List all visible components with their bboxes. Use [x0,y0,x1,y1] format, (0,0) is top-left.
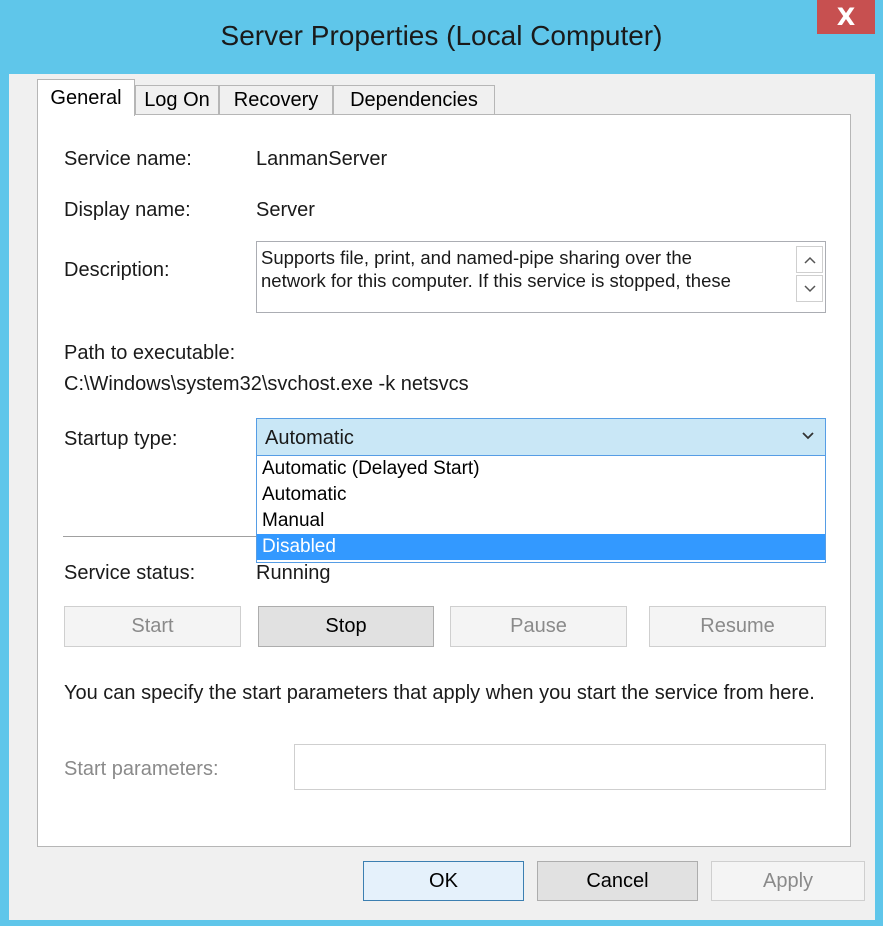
close-icon: X [836,3,856,31]
close-button[interactable]: X [817,0,875,34]
start-params-info: You can specify the start parameters tha… [64,682,815,704]
ok-button[interactable]: OK [363,861,524,901]
properties-window: Server Properties (Local Computer) X Gen… [0,0,883,926]
description-line-2: network for this computer. If this servi… [261,270,731,291]
option-disabled[interactable]: Disabled [257,534,825,560]
chevron-down-icon [803,284,816,292]
service-status-label: Service status: [64,562,196,584]
chevron-up-icon [803,256,816,264]
start-button[interactable]: Start [64,606,241,647]
option-automatic[interactable]: Automatic [257,482,825,508]
stop-button[interactable]: Stop [258,606,434,647]
service-name-label: Service name: [64,148,192,170]
start-params-input[interactable] [294,744,826,790]
startup-type-value: Automatic [265,427,354,449]
description-label: Description: [64,259,170,281]
title-bar[interactable]: Server Properties (Local Computer) X [0,0,883,74]
path-value[interactable]: C:\Windows\system32\svchost.exe -k netsv… [64,373,469,396]
general-tab-panel: Service name: LanmanServer Display name:… [37,114,851,847]
window-title: Server Properties (Local Computer) [220,20,663,51]
description-box[interactable]: Supports file, print, and named-pipe sha… [256,241,826,313]
scroll-up-button[interactable] [796,246,823,273]
service-name-value[interactable]: LanmanServer [256,148,387,171]
option-manual[interactable]: Manual [257,508,825,534]
apply-button[interactable]: Apply [711,861,865,901]
tab-dependencies[interactable]: Dependencies [333,85,495,115]
tab-general[interactable]: General [37,79,135,116]
tab-log-on[interactable]: Log On [135,85,219,115]
startup-type-dropdown: Automatic (Delayed Start) Automatic Manu… [256,456,826,563]
dialog-client: General Log On Recovery Dependencies Ser… [9,74,875,920]
tab-recovery[interactable]: Recovery [219,85,333,115]
display-name-label: Display name: [64,199,191,221]
option-automatic-delayed[interactable]: Automatic (Delayed Start) [257,456,825,482]
startup-type-label: Startup type: [64,428,178,450]
pause-button[interactable]: Pause [450,606,627,647]
display-name-value[interactable]: Server [256,199,315,222]
cancel-button[interactable]: Cancel [537,861,698,901]
start-params-label: Start parameters: [64,758,219,780]
service-status-value: Running [256,562,331,584]
resume-button[interactable]: Resume [649,606,826,647]
scroll-down-button[interactable] [796,275,823,302]
description-text: Supports file, print, and named-pipe sha… [261,246,793,292]
chevron-down-icon [802,432,814,440]
separator [63,536,256,537]
description-line-1: Supports file, print, and named-pipe sha… [261,247,692,268]
startup-type-select[interactable]: Automatic [256,418,826,456]
path-label: Path to executable: [64,342,236,364]
